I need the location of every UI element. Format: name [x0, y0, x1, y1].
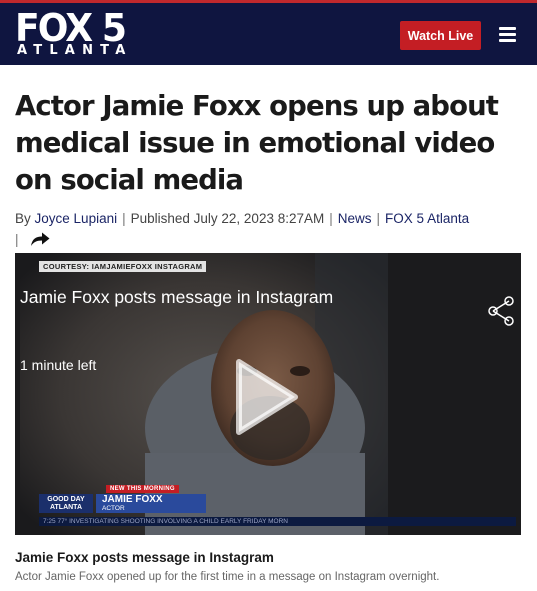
byline-separator: |	[329, 211, 333, 226]
byline-prefix: By	[15, 211, 31, 226]
news-ticker: 7:25 77° INVESTIGATING SHOOTING INVOLVIN…	[39, 517, 516, 526]
fox5-atlanta-logo[interactable]: FOX 5 ATLANTA	[15, 9, 135, 61]
byline-separator: |	[15, 232, 19, 247]
broadcast-lower-third: NEW THIS MORNING GOOD DAY ATLANTA JAMIE …	[39, 485, 499, 513]
published-date: Published July 22, 2023 8:27AM	[130, 211, 325, 226]
source-link[interactable]: FOX 5 Atlanta	[385, 211, 469, 226]
video-caption-description: Actor Jamie Foxx opened up for the first…	[15, 571, 440, 583]
lower-third-tag: NEW THIS MORNING	[106, 485, 179, 493]
hamburger-menu-icon[interactable]	[499, 27, 516, 42]
watch-live-button[interactable]: Watch Live	[400, 21, 481, 50]
video-title-overlay: Jamie Foxx posts message in Instagram	[20, 287, 334, 307]
share-arrow-icon[interactable]	[30, 232, 50, 253]
header-accent-line	[0, 0, 537, 3]
lower-third-nameplate: JAMIE FOXX ACTOR	[96, 494, 206, 513]
logo-sub-text: ATLANTA	[17, 43, 133, 58]
article-byline: By Joyce Lupiani | Published July 22, 2023…	[15, 208, 525, 253]
lower-third-name: JAMIE FOXX	[102, 494, 163, 505]
logo-main-text: FOX 5	[15, 6, 127, 50]
video-caption-title: Jamie Foxx posts message in Instagram	[15, 550, 274, 565]
show-logo-line2: ATLANTA	[49, 504, 82, 511]
courtesy-label: COURTESY: IAMJAMIEFOXX INSTAGRAM	[39, 261, 207, 272]
site-header: FOX 5 ATLANTA Watch Live	[0, 0, 537, 65]
byline-separator: |	[376, 211, 381, 226]
byline-separator: |	[122, 211, 126, 226]
article-headline: Actor Jamie Foxx opens up about medical …	[15, 90, 499, 196]
time-left-label: 1 minute left	[20, 357, 97, 373]
video-player[interactable]: COURTESY: IAMJAMIEFOXX INSTAGRAM Jamie F…	[15, 253, 521, 535]
category-link[interactable]: News	[338, 211, 372, 226]
show-logo: GOOD DAY ATLANTA	[39, 494, 93, 513]
show-logo-line1: GOOD DAY	[47, 496, 85, 503]
share-nodes-icon[interactable]	[485, 295, 517, 327]
author-link[interactable]: Joyce Lupiani	[35, 211, 118, 226]
play-icon[interactable]	[235, 358, 299, 436]
lower-third-role: ACTOR	[102, 505, 125, 512]
